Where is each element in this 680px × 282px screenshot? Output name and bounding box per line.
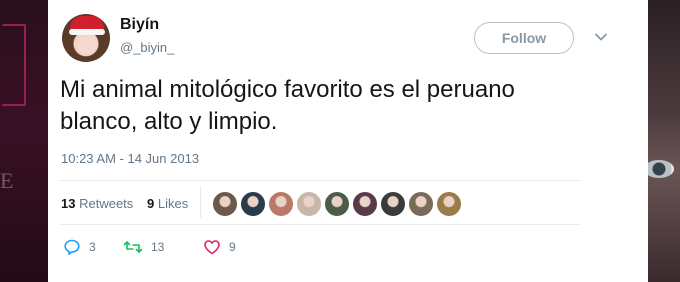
tweet-timestamp[interactable]: 10:23 AM - 14 Jun 2013	[61, 151, 199, 166]
tweet-text: Mi animal mitológico favorito es el peru…	[60, 74, 620, 138]
avatar-face	[77, 36, 97, 54]
likes-label: Likes	[157, 196, 189, 211]
retweets-count: 13	[61, 196, 76, 211]
liker-avatar[interactable]	[268, 191, 294, 217]
likes-stat[interactable]: 9 Likes	[147, 196, 188, 211]
follow-button[interactable]: Follow	[474, 22, 574, 54]
retweet-icon	[123, 238, 143, 256]
stats-separator	[200, 186, 201, 218]
retweets-stat[interactable]: 13 Retweets	[61, 196, 133, 211]
reply-icon	[63, 238, 81, 256]
background-eye	[644, 160, 674, 178]
retweets-label: Retweets	[79, 196, 134, 211]
tweet-text-line: Mi animal mitológico favorito es el peru…	[60, 76, 515, 103]
tweet-text-line: blanco, alto y limpio.	[60, 108, 278, 135]
likes-count: 9	[147, 196, 155, 211]
divider	[60, 224, 580, 225]
liker-avatar[interactable]	[324, 191, 350, 217]
liker-avatar[interactable]	[436, 191, 462, 217]
liker-avatar[interactable]	[408, 191, 434, 217]
like-button[interactable]: 9	[203, 238, 236, 256]
neon-sign-decoration	[2, 24, 26, 106]
author-name[interactable]: Biyín	[120, 16, 159, 34]
heart-icon	[203, 238, 221, 256]
santa-hat-band	[69, 29, 105, 35]
liker-avatar[interactable]	[240, 191, 266, 217]
reply-count: 3	[89, 240, 96, 254]
divider	[60, 180, 580, 181]
tweet-card: Biyín @_biyin_ Follow Mi animal mitológi…	[48, 0, 648, 282]
retweet-count: 13	[151, 240, 165, 254]
background-lettering: E	[0, 168, 15, 193]
like-count: 9	[229, 240, 236, 254]
author-handle[interactable]: @_biyin_	[120, 40, 174, 55]
liker-avatar[interactable]	[296, 191, 322, 217]
liker-avatar[interactable]	[352, 191, 378, 217]
liker-avatar[interactable]	[380, 191, 406, 217]
background-photo-left: E	[0, 0, 52, 282]
chevron-down-icon[interactable]	[594, 30, 608, 44]
reply-button[interactable]: 3	[63, 238, 96, 256]
retweet-button[interactable]: 13	[123, 238, 164, 256]
liker-avatar[interactable]	[212, 191, 238, 217]
avatar[interactable]	[62, 14, 110, 62]
